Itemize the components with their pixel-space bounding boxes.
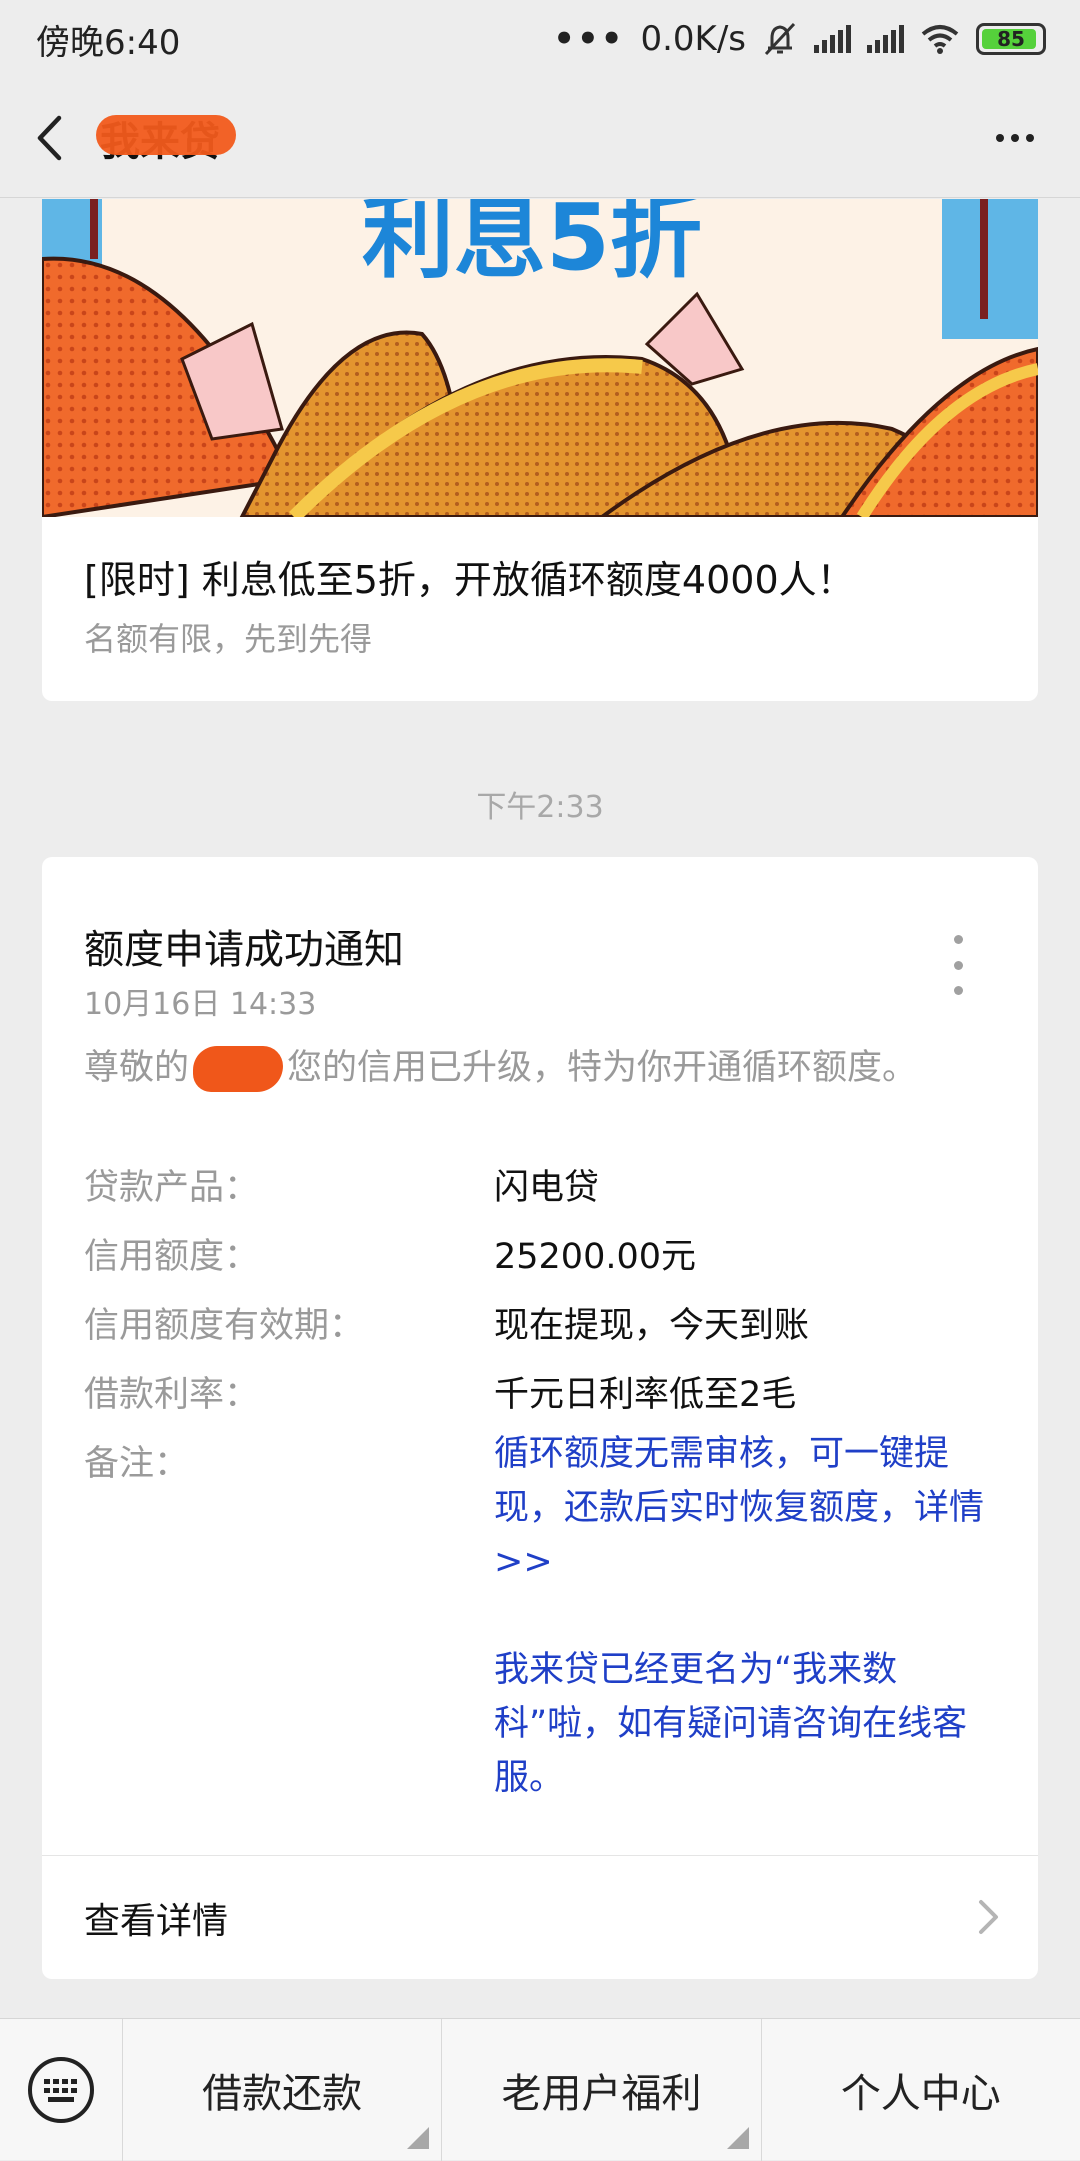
wifi-icon xyxy=(921,25,959,54)
remark-text[interactable]: 循环额度无需审核，可一键提现，还款后实时恢复额度，详情>> 我来贷已经更名为“我… xyxy=(494,1427,994,1805)
net-speed: 0.0K/s xyxy=(640,19,746,59)
signal-icon-1 xyxy=(814,25,851,53)
status-time: 傍晚6:40 xyxy=(36,22,181,63)
info-label: 借款利率： xyxy=(84,1375,260,1415)
promo-title: [限时] 利息低至5折，开放循环额度4000人！ xyxy=(84,558,855,602)
banner-headline: 利息5折 xyxy=(362,199,702,291)
info-label: 贷款产品： xyxy=(84,1168,260,1208)
chevron-right-icon xyxy=(979,1900,998,1934)
greeting-prefix: 尊敬的 xyxy=(84,1048,190,1088)
submenu-indicator-icon xyxy=(726,2126,749,2149)
info-label: 备注： xyxy=(84,1444,190,1484)
info-label: 信用额度： xyxy=(84,1237,260,1277)
menu-label: 老用户福利 xyxy=(501,2070,702,2117)
status-icons: ••• 0.0K/s 85 xyxy=(553,19,1046,59)
submenu-indicator-icon xyxy=(407,2126,430,2149)
keyboard-icon xyxy=(28,2056,94,2123)
redaction-mark xyxy=(193,1046,284,1092)
info-value: 现在提现，今天到账 xyxy=(494,1306,810,1346)
menu-label: 借款还款 xyxy=(202,2070,363,2117)
info-value: 千元日利率低至2毛 xyxy=(494,1375,797,1415)
card-more-button[interactable] xyxy=(948,935,968,995)
notification-title: 额度申请成功通知 xyxy=(84,927,404,973)
promo-card[interactable]: 利息5折 [限时] 利息低至5折，开放循环额度4000人！ 名额有限，先到先得 xyxy=(42,199,1038,701)
nav-bar: 我来贷 xyxy=(0,78,1080,198)
promo-subtitle: 名额有限，先到先得 xyxy=(84,620,373,658)
back-arrow-icon xyxy=(37,115,62,160)
back-button[interactable] xyxy=(0,78,100,198)
status-bar: 傍晚6:40 ••• 0.0K/s 85 xyxy=(0,0,1080,78)
menu-label: 个人中心 xyxy=(840,2070,1001,2117)
message-timestamp: 下午2:33 xyxy=(476,790,604,825)
view-details-link[interactable]: 查看详情 xyxy=(84,1892,228,1944)
menu-old-user-benefits[interactable]: 老用户福利 xyxy=(441,2018,760,2161)
notification-date: 10月16日 14:33 xyxy=(84,987,317,1022)
signal-icon-2 xyxy=(867,25,904,53)
mute-icon xyxy=(764,22,796,56)
greeting-suffix: 您的信用已升级，特为你开通循环额度。 xyxy=(287,1048,918,1088)
menu-personal-center[interactable]: 个人中心 xyxy=(760,2018,1080,2161)
battery-icon: 85 xyxy=(976,23,1046,55)
promo-banner-image: 利息5折 xyxy=(42,199,1038,517)
info-label: 信用额度有效期： xyxy=(84,1306,365,1346)
battery-level: 85 xyxy=(997,27,1025,51)
notification-greeting: 尊敬的 您的信用已升级，特为你开通循环额度。 xyxy=(84,1039,917,1092)
status-more-dots: ••• xyxy=(553,19,625,59)
bottom-menu-bar: 借款还款 老用户福利 个人中心 xyxy=(0,2018,1080,2161)
menu-borrow-repay[interactable]: 借款还款 xyxy=(122,2018,441,2161)
divider xyxy=(42,1855,1038,1856)
remark-line-1[interactable]: 循环额度无需审核，可一键提现，还款后实时恢复额度，详情>> xyxy=(494,1427,994,1589)
redaction-mark xyxy=(96,114,236,155)
info-value: 闪电贷 xyxy=(494,1168,600,1208)
info-value: 25200.00元 xyxy=(494,1237,697,1277)
notification-card[interactable]: 额度申请成功通知 10月16日 14:33 尊敬的 您的信用已升级，特为你开通循环… xyxy=(42,857,1038,1979)
keyboard-toggle-button[interactable] xyxy=(0,2019,122,2161)
more-options-button[interactable] xyxy=(980,108,1050,168)
remark-line-2: 我来贷已经更名为“我来数科”啦，如有疑问请咨询在线客服。 xyxy=(494,1650,968,1798)
page-title: 我来贷 xyxy=(96,109,236,167)
